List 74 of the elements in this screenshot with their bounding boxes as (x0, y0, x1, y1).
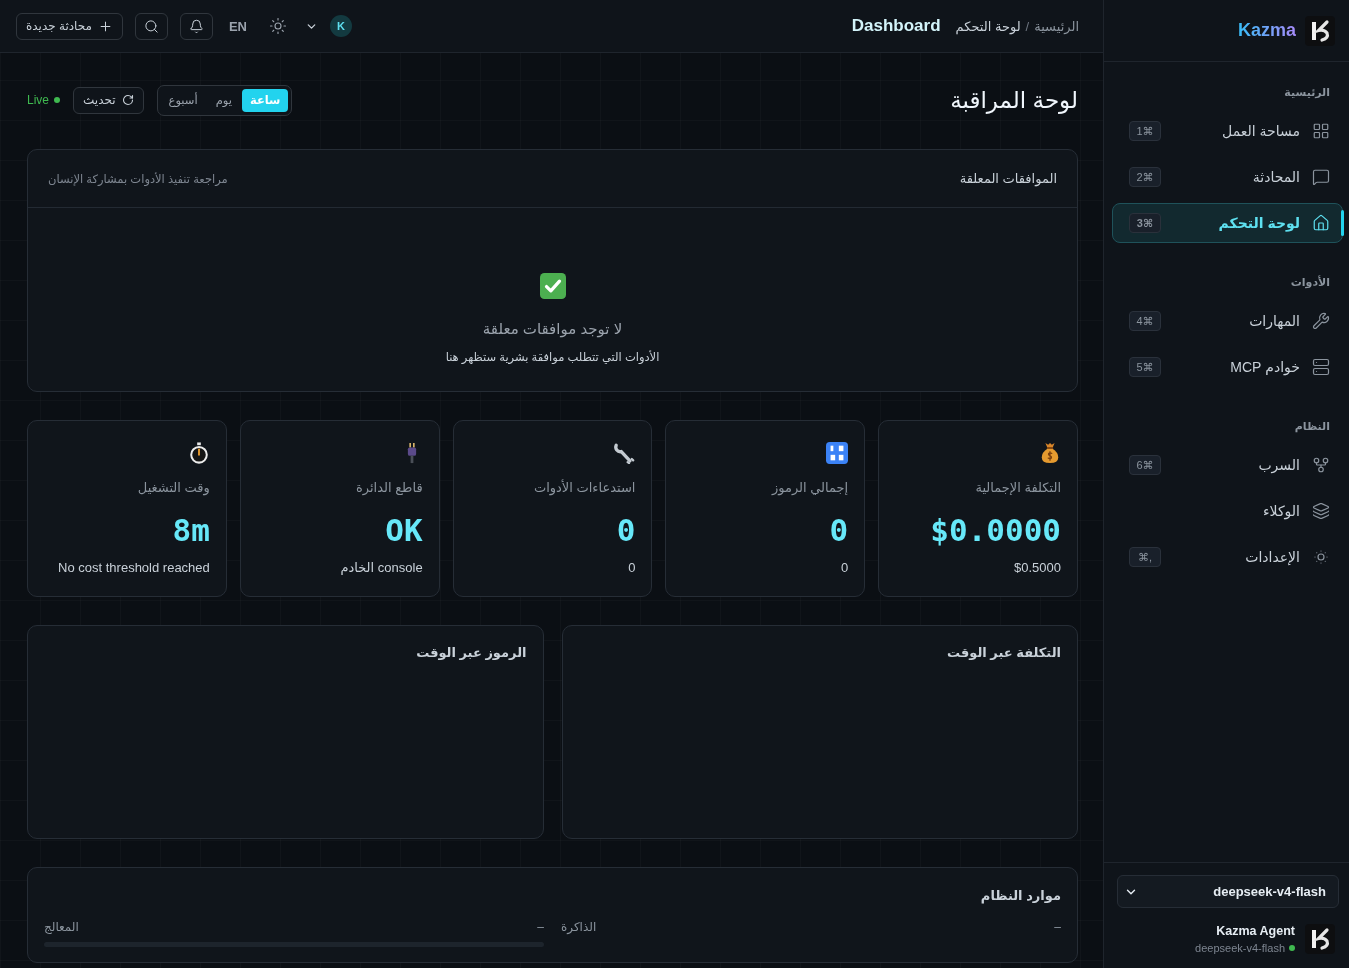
page-title: لوحة المراقبة (950, 86, 1078, 114)
shortcut-badge: 1⌘ (1129, 121, 1161, 141)
agent-avatar-icon (1305, 924, 1335, 954)
live-label: Live (27, 93, 49, 107)
empty-text: الأدوات التي تتطلب موافقة بشرية ستظهر هنا (445, 349, 660, 366)
search-icon (143, 18, 159, 34)
section-title: النظام (1294, 419, 1331, 434)
server-icon (1312, 358, 1330, 376)
stat-label: التكلفة الإجمالية (975, 479, 1061, 497)
stat-note: No cost threshold reached (58, 559, 210, 577)
empty-title: لا توجد موافقات معلقة (482, 319, 623, 340)
resource-value: – (1054, 919, 1061, 936)
check-box-icon (539, 273, 566, 299)
shortcut-badge: 3⌘ (1129, 213, 1161, 233)
agent-name: Kazma Agent (1216, 924, 1295, 938)
number-tile-icon (826, 442, 849, 464)
resource-value: – (537, 919, 544, 936)
stat-label: قاطع الدائرة (355, 479, 423, 497)
plus-icon (97, 18, 113, 34)
shortcut-badge: 5⌘ (1129, 357, 1161, 377)
bell-icon (188, 18, 204, 34)
model-select[interactable]: deepseek-v4-flash (1117, 875, 1339, 908)
card-title: موارد النظام (980, 887, 1061, 905)
stat-note: 0 (628, 559, 636, 577)
nav-item[interactable]: الإعدادات ⌘, (1112, 537, 1343, 577)
shortcut-badge: 6⌘ (1129, 455, 1161, 475)
search-button[interactable] (134, 12, 168, 40)
card-subtitle: مراجعة تنفيذ الأدوات بمشاركة الإنسان (48, 171, 228, 186)
layers-icon (1312, 502, 1330, 520)
stat-note: console الخادم (340, 559, 423, 577)
breadcrumb-link[interactable]: لوحة التحكم (955, 18, 1021, 34)
shortcut-badge: ⌘, (1129, 547, 1161, 567)
chart-title: التكلفة عبر الوقت (947, 644, 1061, 662)
resource-label: المعالج (44, 919, 79, 936)
card-title: الموافقات المعلقة (959, 171, 1057, 186)
page-heading: Dashboard (851, 16, 941, 36)
sun-icon[interactable] (269, 17, 287, 35)
chart-title: الرموز عبر الوقت (416, 644, 527, 662)
home-icon (1312, 214, 1330, 232)
stat-value: OK (385, 511, 423, 550)
stat-label: وقت التشغيل (137, 479, 210, 497)
resource-label: الذاكرة (561, 919, 597, 936)
money-bag-icon (1039, 442, 1061, 464)
nav-item[interactable]: الوكلاء (1112, 491, 1343, 531)
wrench-icon (1312, 312, 1330, 330)
stopwatch-icon (187, 442, 210, 464)
stat-label: إجمالي الرموز (771, 479, 849, 497)
chat-bubble-icon (1312, 168, 1330, 186)
stat-value: 0 (616, 511, 636, 550)
shortcut-badge: 4⌘ (1129, 311, 1161, 331)
stat-value: 0 (829, 511, 849, 550)
notifications-button[interactable] (179, 12, 213, 40)
user-avatar[interactable]: K (330, 15, 352, 37)
breadcrumb-link[interactable]: الرئيسية (1034, 18, 1079, 34)
new-chat-button[interactable]: محادثة جديدة (16, 12, 123, 40)
range-tab[interactable]: أسبوع (160, 88, 206, 112)
section-title: الأدوات (1290, 274, 1331, 290)
stat-note: $0.5000 (1014, 559, 1061, 577)
breadcrumb-separator: / (1025, 18, 1030, 34)
stat-value: $0.0000 (930, 511, 1061, 550)
agent-model: deepseek-v4-flash (1195, 942, 1285, 954)
stat-value: 8m (172, 511, 210, 550)
stat-label: استدعاءات الأدوات (533, 479, 636, 497)
stat-note: 0 (840, 559, 849, 577)
shortcut-badge: 2⌘ (1129, 167, 1161, 187)
grid-icon (1312, 122, 1330, 140)
range-tab[interactable]: يوم (207, 88, 240, 112)
section-title: الرئيسية (1284, 85, 1331, 100)
refresh-icon (121, 94, 134, 106)
refresh-button[interactable]: تحديث (73, 86, 144, 114)
wrench-icon (613, 442, 636, 464)
language-button[interactable]: EN (224, 18, 251, 34)
logo-icon (1305, 15, 1335, 46)
fork-icon (1312, 456, 1330, 474)
